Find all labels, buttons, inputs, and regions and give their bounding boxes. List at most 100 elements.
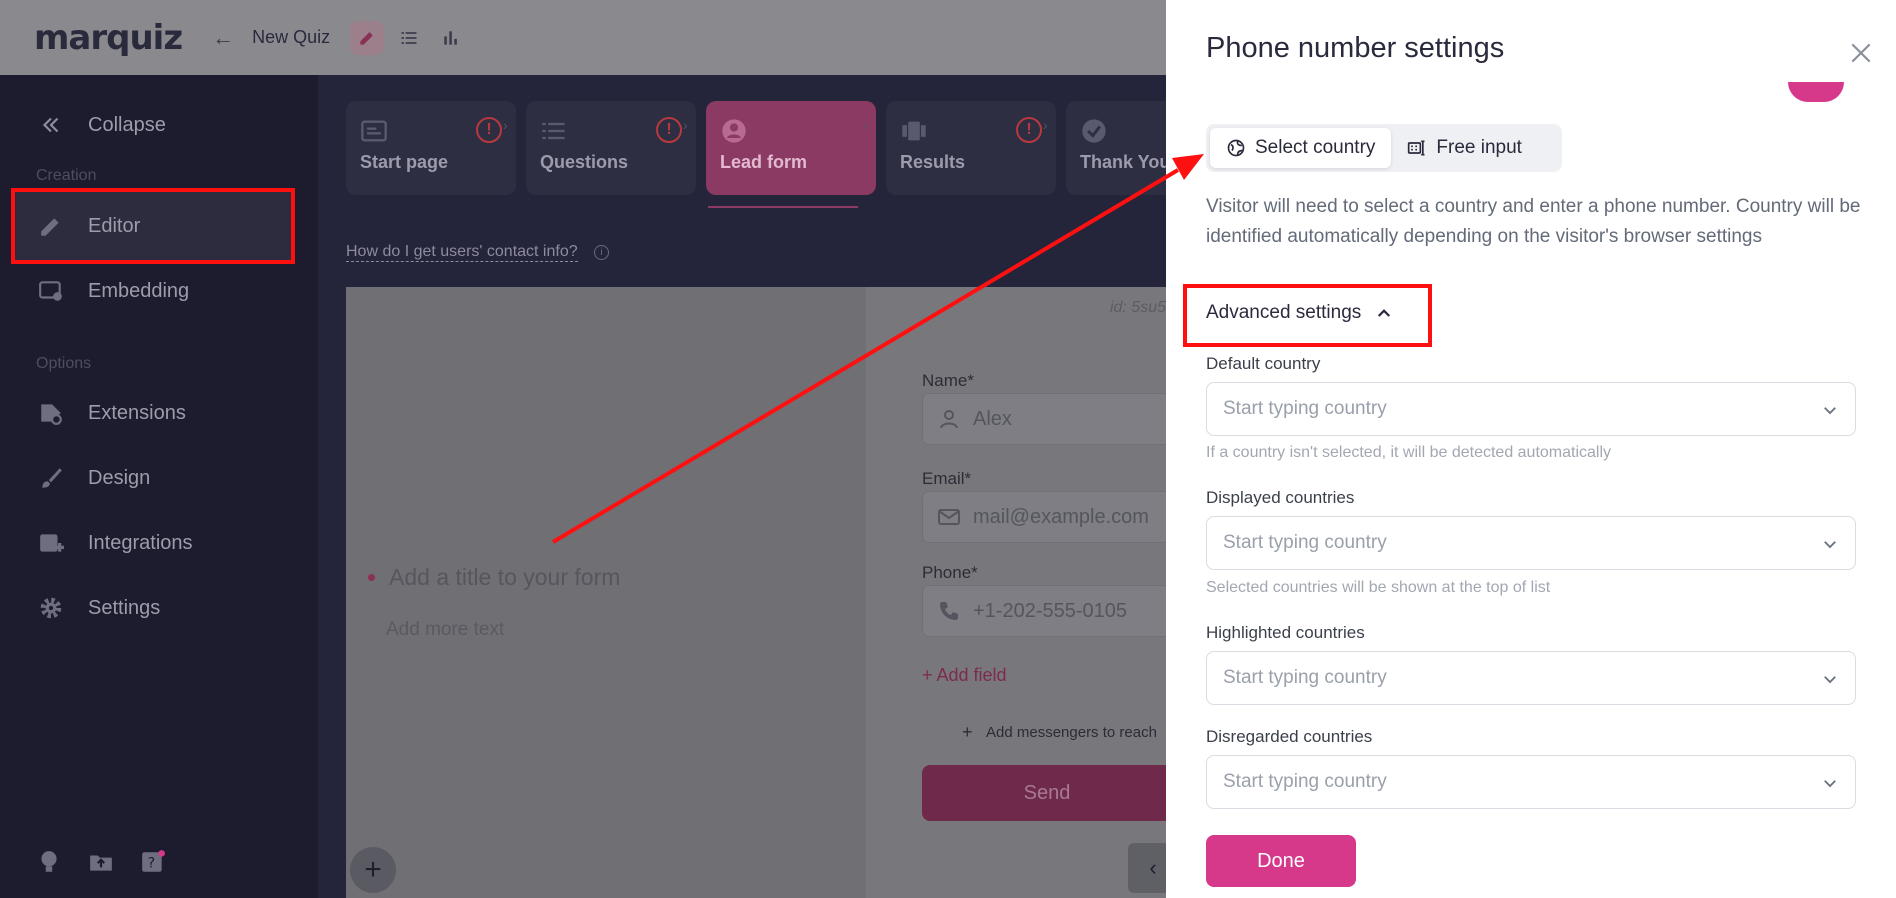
sidebar-item-embedding[interactable]: Embedding [36,271,189,311]
tab-label: Select country [1255,137,1376,158]
email-field[interactable]: mail@example.com [922,491,1172,543]
brush-icon [36,463,66,493]
email-placeholder: mail@example.com [973,505,1149,528]
start-page-icon [360,117,390,143]
add-messengers-button[interactable]: + Add messengers to reach [922,710,1172,754]
sidebar-item-settings[interactable]: Settings [36,588,160,628]
sidebar-bottom-tools: ? [36,849,166,880]
app-logo[interactable]: marquiz [34,18,183,58]
tab-start-page[interactable]: ! Start page [346,101,516,195]
help-link[interactable]: How do I get users' contact info? [346,243,578,262]
chevron-right-icon: › [1043,117,1048,133]
disregarded-countries-select[interactable]: Start typing country [1206,755,1856,809]
phone-field-label: Phone* [922,563,978,582]
tab-label: Start page [360,152,449,172]
form-title-placeholder: Add a title to your form [389,564,621,590]
mail-icon [938,509,960,525]
tab-label: Questions [540,152,629,172]
tab-lead-form[interactable]: Lead form [706,101,876,195]
default-country-select[interactable]: Start typing country [1206,382,1856,436]
sidebar-item-label: Embedding [88,279,190,302]
sidebar-item-integrations[interactable]: Integrations [36,523,193,563]
add-block-button[interactable]: + [350,847,396,893]
chevron-right-icon: › [683,117,688,133]
tab-label: Lead form [720,152,808,172]
name-field-label: Name* [922,371,974,390]
list-icon[interactable] [392,21,426,55]
displayed-countries-label: Displayed countries [1206,488,1355,507]
globe-icon [1227,139,1245,157]
check-badge-icon [1080,117,1110,143]
lightbulb-icon[interactable] [36,849,62,880]
highlighted-countries-placeholder: Start typing country [1223,667,1387,688]
phone-placeholder: +1-202-555-0105 [973,599,1128,622]
tab-results[interactable]: ! Results [886,101,1056,195]
section-creation: Creation [36,167,97,184]
phone-icon [940,602,958,620]
warning-icon: ! [1016,117,1042,143]
highlighted-countries-label: Highlighted countries [1206,623,1365,642]
form-text-input[interactable]: Add more text [386,619,504,641]
double-chevron-left-icon [36,110,66,140]
chevron-down-icon [1824,407,1836,415]
panel-title: Phone number settings [1206,32,1505,64]
phone-field[interactable]: +1-202-555-0105 [922,585,1172,637]
tab-select-country[interactable]: Select country [1210,128,1392,168]
sidebar-item-label: Design [88,466,151,489]
svg-text:?: ? [148,855,155,871]
chevron-down-icon [1824,541,1836,549]
done-button[interactable]: Done [1206,835,1356,887]
sidebar-item-label: Collapse [88,113,166,136]
sidebar-item-label: Integrations [88,531,193,554]
sidebar-item-collapse[interactable]: Collapse [36,105,166,145]
editor-highlight-box [11,188,295,264]
tab-thank-you[interactable]: Thank You [1066,101,1176,195]
help-notification-icon[interactable]: ? [140,849,166,880]
back-arrow-icon[interactable]: ← [212,25,234,51]
displayed-countries-hint: Selected countries will be shown at the … [1206,579,1551,596]
quiz-title[interactable]: New Quiz [252,27,330,48]
tab-label: Thank You [1080,152,1171,172]
send-button[interactable]: Send [922,765,1172,821]
sidebar-item-extensions[interactable]: Extensions [36,393,186,433]
bar-chart-icon[interactable] [434,21,468,55]
form-title-input[interactable]: Add a title to your form [368,564,621,591]
warning-icon: ! [476,117,502,143]
warning-icon: ! [656,117,682,143]
name-placeholder: Alex [973,407,1012,430]
tab-label: Free input [1436,137,1522,158]
step-tabs: ! Start page ! Questions Lead form ! Res… [346,101,1176,195]
gear-icon [36,593,66,623]
close-icon[interactable] [1848,40,1874,66]
results-cards-icon [900,117,930,143]
form-canvas: id: 5su5 Add a title to your form Add mo… [346,287,1178,898]
sidebar-item-label: Extensions [88,401,186,424]
info-icon[interactable]: i [594,245,609,260]
chevron-down-icon [1824,676,1836,684]
highlighted-countries-select[interactable]: Start typing country [1206,651,1856,705]
puzzle-tag-icon [36,398,66,428]
chevron-down-icon [1824,780,1836,788]
required-dot [368,574,375,581]
tab-questions[interactable]: ! Questions [526,101,696,195]
keypad-icon [1408,140,1425,156]
form-id: id: 5su5 [1109,299,1166,316]
disregarded-countries-placeholder: Start typing country [1223,771,1387,792]
pink-toggle-edge [1788,82,1844,102]
tab-label: Results [900,152,966,172]
displayed-countries-select[interactable]: Start typing country [1206,516,1856,570]
disregarded-countries-label: Disregarded countries [1206,727,1373,746]
name-field[interactable]: Alex [922,393,1172,445]
sidebar-item-design[interactable]: Design [36,458,150,498]
advanced-settings-highlight-box [1183,284,1432,347]
folder-upload-icon[interactable] [88,849,114,880]
pencil-icon[interactable] [350,20,385,55]
top-bar: marquiz ← New Quiz [0,0,1166,75]
plus-icon: + [962,721,973,742]
tab-free-input[interactable]: Free input [1391,128,1538,168]
user-icon [940,410,958,429]
embed-gear-icon [36,276,66,306]
default-country-hint: If a country isn't selected, it will be … [1206,444,1612,461]
add-field-button[interactable]: + Add field [922,665,1007,686]
user-circle-icon [720,117,750,143]
